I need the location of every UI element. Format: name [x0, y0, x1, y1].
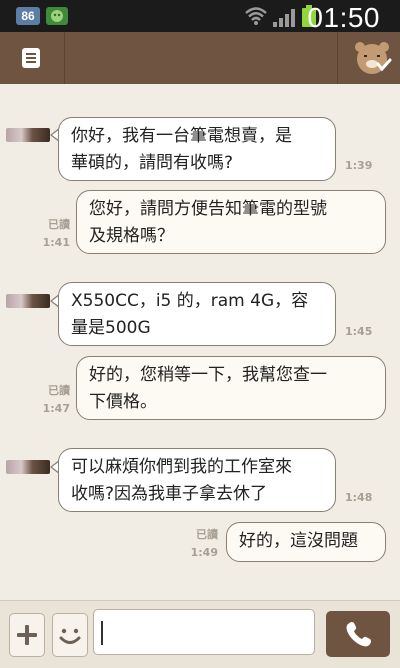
contact-avatar[interactable]	[6, 128, 50, 142]
read-status: 已讀	[48, 384, 70, 397]
chat-header	[0, 32, 400, 84]
message-line: 及規格嗎？	[89, 226, 174, 246]
message-line: 好的，這沒問題	[239, 531, 358, 551]
contact-avatar[interactable]	[6, 460, 50, 474]
smiley-icon	[59, 628, 81, 644]
message-line: 你好，我有一台筆電想賣，是	[71, 126, 292, 146]
incoming-message-bubble[interactable]: X550CC，i5 的，ram 4G，容 量是500G	[58, 282, 336, 346]
message-time: 1:47	[42, 402, 70, 415]
bear-face-icon	[355, 42, 392, 74]
outgoing-message-bubble[interactable]: 好的，您稍等一下，我幫您查一 下價格。	[76, 356, 386, 420]
call-button[interactable]	[326, 611, 390, 657]
app-badge-icon	[46, 7, 68, 25]
message-time: 1:45	[345, 325, 373, 338]
signal-icon	[272, 6, 298, 32]
chat-message-list[interactable]: 你好，我有一台筆電想賣，是 華碩的，請問有收嗎? 1:39 已讀 1:41 您好…	[0, 84, 400, 600]
text-caret	[101, 621, 103, 645]
message-time: 1:49	[190, 546, 218, 559]
phone-icon	[346, 622, 371, 647]
incoming-message-bubble[interactable]: 你好，我有一台筆電想賣，是 華碩的，請問有收嗎?	[58, 117, 336, 181]
incoming-message-bubble[interactable]: 可以麻煩你們到我的工作室來 收嗎?因為我車子拿去休了	[58, 448, 336, 512]
message-time: 1:41	[42, 236, 70, 249]
message-composer	[0, 600, 400, 668]
notification-count-badge: 86	[16, 7, 40, 25]
outgoing-message-bubble[interactable]: 您好，請問方便告知筆電的型號 及規格嗎？	[76, 190, 386, 254]
message-line: 量是500G	[71, 318, 151, 338]
message-line: 好的，您稍等一下，我幫您查一	[89, 365, 327, 385]
message-line: 收嗎?因為我車子拿去休了	[71, 484, 268, 504]
wifi-icon	[244, 6, 268, 30]
outgoing-message-bubble[interactable]: 好的，這沒問題	[226, 522, 386, 562]
message-line: X550CC，i5 的，ram 4G，容	[71, 291, 309, 311]
sticker-shop-button[interactable]	[337, 32, 400, 84]
read-status: 已讀	[48, 218, 70, 231]
read-status: 已讀	[196, 528, 218, 541]
clock-time: 01:50	[307, 2, 380, 33]
attach-button[interactable]	[9, 613, 45, 657]
message-time: 1:39	[345, 159, 373, 172]
message-input[interactable]	[93, 609, 315, 655]
emoji-button[interactable]	[52, 613, 88, 657]
message-line: 華碩的，請問有收嗎?	[71, 153, 234, 173]
status-bar: 86 01:50	[0, 0, 400, 33]
menu-button[interactable]	[0, 32, 65, 84]
menu-document-icon	[22, 48, 40, 68]
contact-avatar[interactable]	[6, 294, 50, 308]
message-time: 1:48	[345, 491, 373, 504]
message-line: 您好，請問方便告知筆電的型號	[89, 199, 327, 219]
message-line: 可以麻煩你們到我的工作室來	[71, 457, 292, 477]
message-line: 下價格。	[89, 392, 157, 412]
